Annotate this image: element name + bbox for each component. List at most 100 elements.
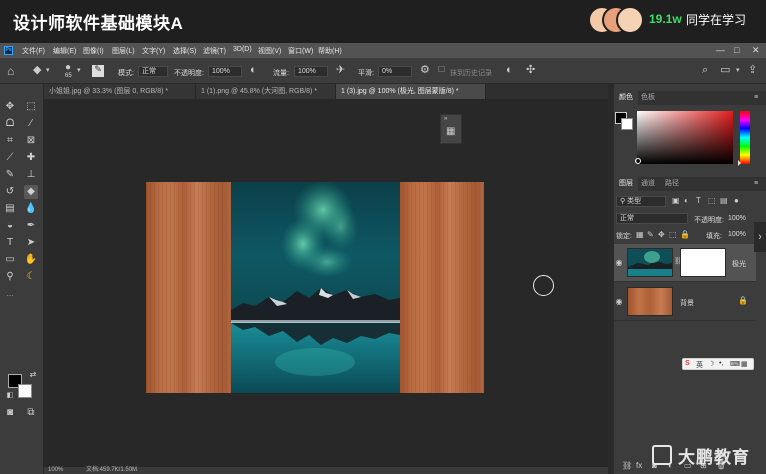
menu-type[interactable]: 文字(Y)	[142, 46, 165, 56]
hue-slider-handle[interactable]	[738, 160, 741, 166]
tab-swatches[interactable]: 色板	[636, 91, 660, 105]
filter-pixel-icon[interactable]: ▣	[672, 197, 680, 205]
clone-stamp-tool-icon[interactable]: ⊥	[24, 168, 38, 182]
symmetry-icon[interactable]: ✣	[526, 65, 535, 76]
frame-tool-icon[interactable]: ⊠	[24, 134, 38, 148]
share-icon[interactable]: ⇪	[748, 65, 757, 76]
blur-tool-icon[interactable]: 💧	[24, 202, 38, 216]
hue-slider[interactable]	[740, 111, 750, 164]
home-icon[interactable]: ⌂	[7, 65, 14, 77]
document-info[interactable]: 文档:459.7K/1.50M	[86, 467, 137, 474]
link-layers-icon[interactable]: ⛓	[622, 462, 632, 470]
close-button[interactable]: ✕	[752, 45, 760, 56]
quick-mask-icon[interactable]: ◙	[3, 406, 17, 420]
quick-select-tool-icon[interactable]: ⁄	[24, 117, 38, 131]
airbrush-icon[interactable]: ✈	[336, 65, 345, 76]
workspace-icon[interactable]: ▭	[720, 65, 730, 76]
opacity-input[interactable]: 100%	[208, 66, 242, 77]
search-icon[interactable]: ⌕	[702, 65, 708, 76]
lock-artboard-icon[interactable]: ⬚	[669, 231, 677, 239]
panel-background-swatch[interactable]	[621, 118, 633, 130]
erase-history-checkbox[interactable]: ☐	[438, 66, 445, 74]
menu-filter[interactable]: 滤镜(T)	[203, 46, 226, 56]
marquee-tool-icon[interactable]: ⬚	[24, 100, 38, 114]
crop-tool-icon[interactable]: ⌗	[3, 134, 17, 148]
move-tool-icon[interactable]: ✥	[3, 100, 17, 114]
brush-preset-icon[interactable]: ●	[65, 63, 71, 73]
menu-window[interactable]: 窗口(W)	[288, 46, 313, 56]
default-colors-icon[interactable]: ◧	[3, 389, 17, 403]
menu-file[interactable]: 文件(F)	[22, 46, 45, 56]
screen-mode-icon[interactable]: ⧉	[24, 406, 38, 420]
swap-colors-icon[interactable]: ⇄	[26, 368, 40, 382]
menu-help[interactable]: 帮助(H)	[318, 46, 342, 56]
tab-color[interactable]: 颜色	[614, 91, 638, 105]
layer-opacity-value[interactable]: 100%	[728, 215, 746, 222]
menu-edit[interactable]: 编辑(E)	[53, 46, 76, 56]
menu-3d[interactable]: 3D(D)	[233, 46, 252, 53]
photoshop-logo-icon[interactable]: Ps	[4, 46, 13, 55]
menu-select[interactable]: 选择(S)	[173, 46, 196, 56]
visibility-eye-icon[interactable]: ◉	[614, 258, 624, 267]
blend-mode-select[interactable]: 正常	[616, 213, 688, 224]
toolbox-more-icon[interactable]: …	[3, 288, 17, 302]
chevron-right-icon[interactable]: ›	[754, 222, 766, 252]
color-picker-marker[interactable]	[635, 158, 641, 164]
brush-tool-icon[interactable]: ✎	[3, 168, 17, 182]
background-color-swatch[interactable]	[18, 384, 32, 398]
menu-layer[interactable]: 图层(L)	[112, 46, 135, 56]
eraser-tool-preset-icon[interactable]: ◆	[33, 65, 41, 76]
properties-icon[interactable]: ▦	[446, 127, 455, 137]
pressure-size-icon[interactable]: ◐	[506, 65, 513, 76]
gradient-tool-icon[interactable]: ▤	[3, 202, 17, 216]
eyedropper-tool-icon[interactable]: ⟋	[3, 151, 17, 165]
minimize-button[interactable]: —	[716, 45, 725, 55]
rectangle-tool-icon[interactable]: ▭	[3, 253, 17, 267]
filter-smart-object-icon[interactable]: ▤	[720, 197, 728, 205]
visibility-eye-icon[interactable]: ◉	[614, 297, 624, 306]
filter-shape-icon[interactable]: ⬚	[708, 197, 716, 205]
tab-document-2[interactable]: 1 (1).png @ 45.8% (大河图, RGB/8) *	[196, 84, 336, 99]
zoom-level[interactable]: 100%	[48, 467, 63, 474]
ime-menu-icon[interactable]: ▦	[741, 360, 748, 368]
zoom-tool-icon[interactable]: ⚲	[3, 270, 17, 284]
panel-menu-icon[interactable]: ≡	[754, 180, 758, 187]
lock-pixels-icon[interactable]: ✎	[647, 231, 654, 239]
healing-brush-tool-icon[interactable]: ✚	[24, 151, 38, 165]
tab-layers[interactable]: 图层	[614, 177, 638, 191]
layer-filter-select[interactable]: ⚲ 类型	[616, 196, 666, 207]
gear-icon[interactable]: ⚙	[420, 65, 430, 76]
flow-input[interactable]: 100%	[294, 66, 328, 77]
color-picker-field[interactable]	[637, 111, 733, 164]
smoothing-input[interactable]: 0%	[378, 66, 412, 77]
banana-icon[interactable]: ☾	[24, 270, 38, 284]
layer-style-icon[interactable]: fx	[636, 462, 642, 470]
floating-panel[interactable]: » ▦	[440, 114, 462, 144]
dodge-tool-icon[interactable]: ◒	[3, 219, 17, 233]
menu-image[interactable]: 图像(I)	[83, 46, 104, 56]
layer-mask-thumbnail[interactable]	[680, 248, 726, 277]
layer-row-background[interactable]: ◉ 背景 🔒	[614, 283, 756, 321]
ime-punct-icon[interactable]: •,	[719, 360, 723, 367]
lock-icon[interactable]: 🔒	[738, 297, 748, 305]
layer-row-aurora[interactable]: ◉ ⛓ 极光	[614, 244, 756, 282]
tab-document-3[interactable]: 1 (3).jpg @ 100% (极光, 图层蒙版/8) *	[336, 84, 486, 99]
filter-toggle-icon[interactable]: ●	[734, 197, 739, 205]
type-tool-icon[interactable]: T	[3, 236, 17, 250]
lasso-tool-icon[interactable]: ᗝ	[3, 117, 17, 131]
lock-transparency-icon[interactable]: ▦	[636, 231, 644, 239]
layer-name-background[interactable]: 背景	[680, 298, 694, 308]
ime-moon-icon[interactable]: ☽	[708, 360, 714, 368]
ime-logo-icon[interactable]: S	[685, 360, 690, 367]
chevron-down-icon[interactable]: ▾	[736, 67, 740, 74]
path-select-tool-icon[interactable]: ➤	[24, 236, 38, 250]
pen-tool-icon[interactable]: ✒	[24, 219, 38, 233]
ime-language[interactable]: 英	[696, 360, 703, 370]
lock-all-icon[interactable]: 🔒	[680, 231, 690, 239]
chevron-down-icon[interactable]: ▾	[77, 67, 81, 74]
pressure-opacity-icon[interactable]: ◐	[250, 65, 257, 76]
eraser-tool-icon[interactable]: ◆	[24, 185, 38, 199]
tab-paths[interactable]: 路径	[660, 177, 684, 191]
ime-keyboard-icon[interactable]: ⌨	[730, 360, 740, 368]
tab-channels[interactable]: 通道	[636, 177, 660, 191]
